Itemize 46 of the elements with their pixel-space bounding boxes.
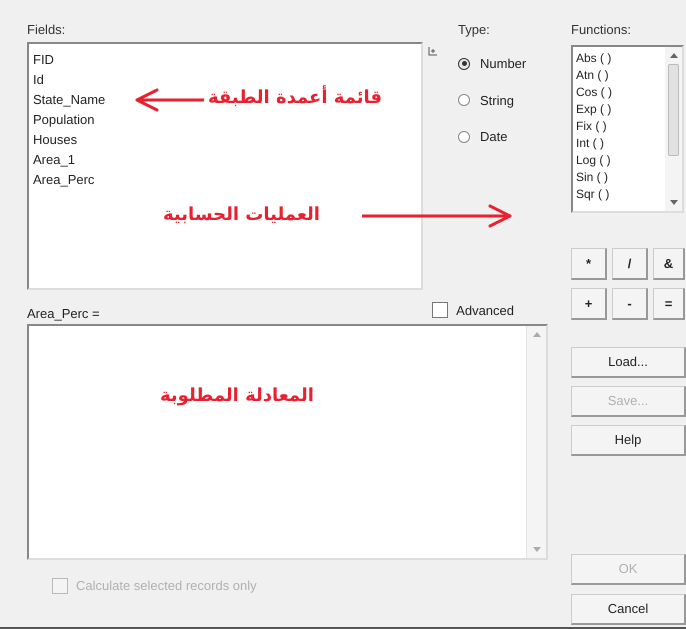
type-label: Type: — [458, 21, 491, 39]
field-item[interactable]: Id — [33, 70, 44, 90]
function-item[interactable]: Abs ( ) — [576, 50, 612, 67]
field-item[interactable]: Houses — [33, 130, 78, 150]
operator-button[interactable]: - — [612, 288, 648, 320]
radio-label[interactable]: Number — [480, 54, 526, 74]
scroll-up-icon[interactable] — [670, 53, 678, 58]
operator-button[interactable]: & — [653, 248, 685, 280]
field-item[interactable]: Area_1 — [33, 150, 75, 170]
radio-button[interactable] — [458, 130, 470, 143]
operator-button[interactable]: = — [653, 288, 685, 320]
operator-button[interactable]: + — [571, 288, 607, 320]
dialog-button[interactable]: Help — [571, 425, 686, 456]
function-item[interactable]: Sqr ( ) — [576, 186, 610, 203]
annotation-text: العمليات الحسابية — [163, 203, 320, 227]
field-item[interactable]: FID — [33, 50, 54, 70]
radio-button[interactable] — [458, 94, 470, 106]
radio-label[interactable]: Date — [480, 127, 508, 146]
scrollbar[interactable] — [665, 47, 682, 211]
function-item[interactable]: Sin ( ) — [576, 169, 608, 186]
functions-list[interactable]: Abs ( ) Atn ( ) Cos ( ) Exp ( ) Fix ( ) Int ( ) Log ( ) Sin ( ) Sqr ( ) — [571, 45, 684, 213]
field-item[interactable]: State_Name — [33, 90, 106, 110]
radio-label[interactable]: String — [480, 90, 514, 110]
function-item[interactable]: Int ( ) — [576, 135, 604, 152]
fields-label: Fields: — [27, 21, 66, 39]
sort-icon[interactable] — [428, 46, 438, 56]
radio-button[interactable] — [458, 58, 470, 70]
scroll-thumb[interactable] — [668, 64, 679, 156]
function-item[interactable]: Cos ( ) — [576, 84, 612, 101]
field-item[interactable]: Population — [33, 110, 94, 130]
function-item[interactable]: Exp ( ) — [576, 101, 612, 118]
operator-button[interactable]: / — [612, 248, 648, 280]
operator-button[interactable]: * — [571, 248, 607, 280]
dialog-button[interactable]: Cancel — [571, 594, 686, 625]
function-item[interactable]: Log ( ) — [576, 152, 611, 169]
expression-label: Area_Perc = — [27, 304, 100, 323]
advanced-checkbox[interactable]: Advanced — [432, 300, 514, 320]
scroll-down-icon[interactable] — [670, 200, 678, 205]
dialog-button[interactable]: Load... — [571, 347, 686, 378]
field-item[interactable]: Area_Perc — [33, 170, 94, 190]
arrow — [136, 88, 204, 112]
functions-label: Functions: — [571, 21, 632, 39]
annotation-text: قائمة أعمدة الطبقة — [208, 86, 382, 110]
annotation-text: المعادلة المطلوبة — [160, 384, 314, 408]
function-item[interactable]: Fix ( ) — [576, 118, 607, 135]
function-item[interactable]: Atn ( ) — [576, 67, 609, 84]
